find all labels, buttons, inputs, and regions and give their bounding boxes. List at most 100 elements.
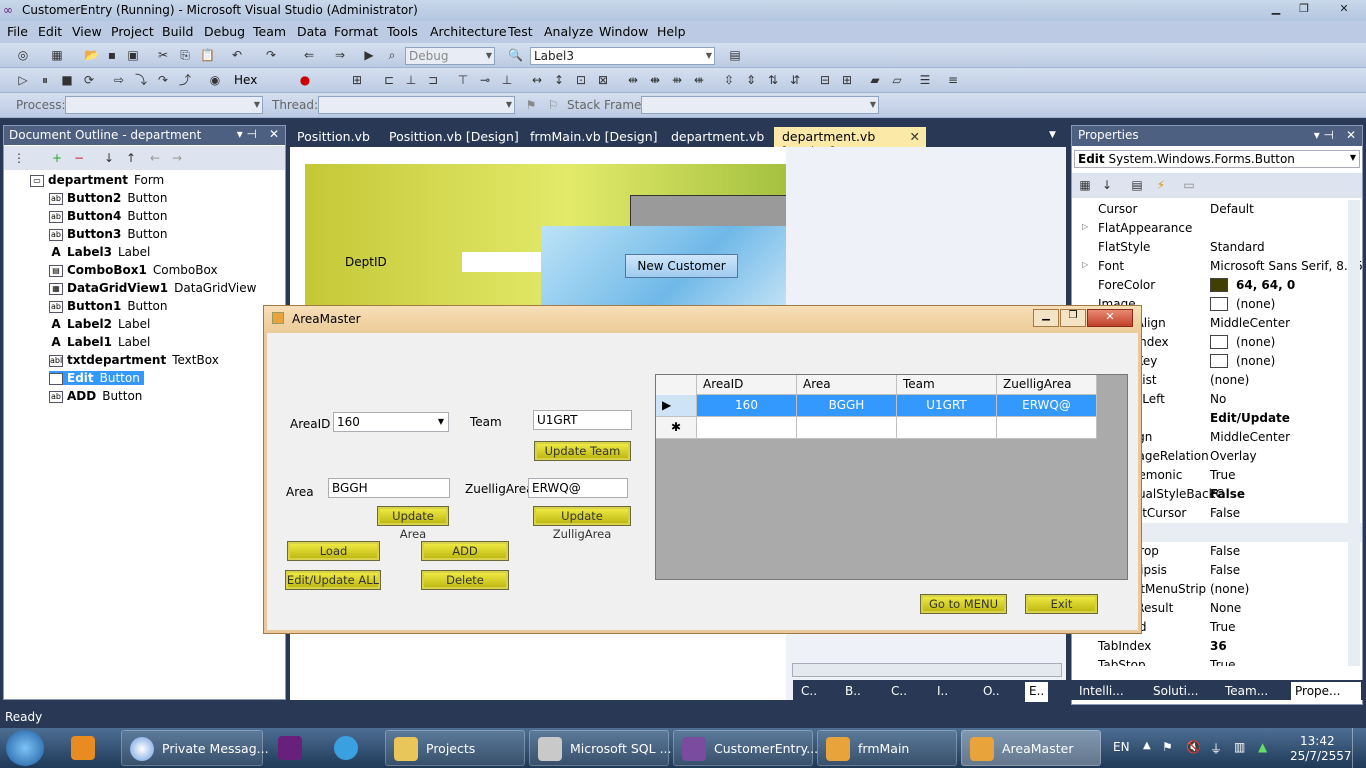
goto-menu-button[interactable]: Go to MENU xyxy=(920,594,1007,614)
tab-command-window[interactable]: C.. xyxy=(887,682,911,702)
grid-cell-areaid[interactable]: 160 xyxy=(697,395,797,417)
update-area-button[interactable]: Update Area xyxy=(377,506,449,541)
bring-to-front-icon[interactable]: ▰ xyxy=(868,73,882,87)
toolbar-options-icon[interactable]: ≡ xyxy=(946,73,960,87)
make-same-height-icon[interactable]: ↕ xyxy=(552,73,566,87)
expand-icon[interactable]: ▷ xyxy=(1082,260,1088,269)
tab-department-design[interactable]: department.vb [Design]✕ xyxy=(774,127,926,159)
taskbar-projects[interactable]: Projects xyxy=(385,730,525,766)
grid-cell-zuelligarea[interactable]: ERWQ@ xyxy=(997,395,1097,417)
tab-breakpoints[interactable]: B.. xyxy=(841,682,865,702)
taskbar-media-player[interactable] xyxy=(63,730,109,766)
property-value[interactable]: No xyxy=(1210,392,1226,406)
property-value[interactable]: Microsoft Sans Serif, 8.25p xyxy=(1210,259,1362,273)
categorized-icon[interactable]: ▦ xyxy=(1078,178,1092,192)
align-centers-icon[interactable]: ⊥ xyxy=(404,73,418,87)
volume-icon[interactable]: 🔇 xyxy=(1186,740,1201,754)
step-out-icon[interactable]: ⤴ xyxy=(178,73,192,87)
menu-file[interactable]: File xyxy=(7,24,28,39)
increase-vertical-spacing-icon[interactable]: ⇕ xyxy=(744,73,758,87)
step-over-icon[interactable]: ↷ xyxy=(156,73,170,87)
breakpoints-icon[interactable]: ● xyxy=(298,73,312,87)
menu-analyze[interactable]: Analyze xyxy=(544,24,593,39)
minimize-button[interactable]: ▁ xyxy=(1033,309,1059,327)
horizontal-spacing-icon[interactable]: ⇹ xyxy=(626,73,640,87)
close-tab-icon[interactable]: ✕ xyxy=(910,129,920,144)
taskbar-private-message[interactable]: Private Messag... xyxy=(121,730,269,766)
close-button[interactable]: ✕ xyxy=(1087,309,1133,327)
menu-project[interactable]: Project xyxy=(111,24,154,39)
align-bottoms-icon[interactable]: ⊥ xyxy=(500,73,514,87)
events-icon[interactable]: ⚡ xyxy=(1154,178,1168,192)
send-to-back-icon[interactable]: ▱ xyxy=(890,73,904,87)
tab-error-list[interactable]: E.. xyxy=(1025,682,1049,702)
drive-icon[interactable]: ▲ xyxy=(1258,740,1267,754)
align-rights-icon[interactable]: ⊐ xyxy=(426,73,440,87)
property-value[interactable]: True xyxy=(1210,658,1236,666)
outline-item-add[interactable]: ab ADD Button xyxy=(49,389,142,403)
stop-icon[interactable]: ■ xyxy=(60,73,74,87)
taskbar-internet-explorer[interactable] xyxy=(326,730,378,766)
outline-item-button3[interactable]: ab Button3 Button xyxy=(49,227,168,241)
object-selector[interactable]: Edit System.Windows.Forms.Button ▼ xyxy=(1074,150,1360,168)
clock-date[interactable]: 25/7/2557 xyxy=(1290,749,1352,763)
vertical-spacing-icon[interactable]: ⇳ xyxy=(722,73,736,87)
areamaster-datagrid[interactable]: AreaID Area Team ZuelligArea ▶ 160 BGGH … xyxy=(655,374,1128,580)
open-icon[interactable]: 📂 xyxy=(84,48,99,62)
new-row-cell[interactable] xyxy=(797,417,897,439)
property-value[interactable]: 64, 64, 0 xyxy=(1236,278,1295,292)
start-button-icon[interactable] xyxy=(6,730,44,766)
outline-item-combobox1[interactable]: ▤ ComboBox1 ComboBox xyxy=(49,263,218,277)
menu-architecture[interactable]: Architecture xyxy=(430,24,507,39)
align-lefts-icon[interactable]: ⊏ xyxy=(382,73,396,87)
zuelligarea-textbox[interactable]: ERWQ@ xyxy=(528,478,628,498)
action-center-icon[interactable]: ⚑ xyxy=(1162,740,1173,754)
decrease-vertical-spacing-icon[interactable]: ⇅ xyxy=(766,73,780,87)
areaid-combobox[interactable]: 160 ▼ xyxy=(333,412,449,432)
pin-icon[interactable]: ▾ ⊣ xyxy=(1314,128,1334,142)
property-value[interactable]: False xyxy=(1210,544,1240,558)
align-to-grid-icon[interactable]: ⊞ xyxy=(350,73,364,87)
thread-dropdown[interactable]: ▼ xyxy=(318,96,515,114)
menu-format[interactable]: Format xyxy=(334,24,378,39)
tab-order-icon[interactable]: ☰ xyxy=(918,73,932,87)
tab-posittion-vb[interactable]: Posittion.vb xyxy=(289,127,378,147)
property-value[interactable]: 36 xyxy=(1210,639,1227,653)
show-hidden-icons-icon[interactable]: ▲ xyxy=(1143,740,1151,751)
new-row-cell[interactable] xyxy=(897,417,997,439)
pin-icon[interactable]: ▾ ⊣ xyxy=(237,127,257,141)
outline-item-department[interactable]: ▭ department Form xyxy=(30,173,164,187)
redo-icon[interactable]: ↷ xyxy=(264,48,278,62)
close-icon[interactable]: ✕ xyxy=(1346,128,1356,142)
tab-team-explorer[interactable]: Team... xyxy=(1221,682,1272,702)
property-row[interactable]: TabStop True xyxy=(1072,656,1362,666)
language-indicator[interactable]: EN xyxy=(1113,740,1130,754)
new-row-cell[interactable] xyxy=(697,417,797,439)
save-icon[interactable]: ▪ xyxy=(105,48,119,62)
tab-frmmain-design[interactable]: frmMain.vb [Design] xyxy=(522,127,666,147)
outline-item-datagridview1[interactable]: ▦ DataGridView1 DataGridView xyxy=(49,281,256,295)
tab-posittion-design[interactable]: Posittion.vb [Design] xyxy=(381,127,527,147)
property-value[interactable]: False xyxy=(1210,563,1240,577)
menu-test[interactable]: Test xyxy=(508,24,533,39)
tab-immediate[interactable]: I.. xyxy=(933,682,952,702)
menu-build[interactable]: Build xyxy=(162,24,193,39)
tab-solution-explorer[interactable]: Soluti... xyxy=(1149,682,1202,702)
row-selector-current-icon[interactable]: ▶ xyxy=(656,395,697,417)
align-tops-icon[interactable]: ⊤ xyxy=(456,73,470,87)
expand-icon[interactable]: + xyxy=(50,151,64,165)
target-dropdown[interactable]: Label3 ▼ xyxy=(530,47,715,65)
grid-header-areaid[interactable]: AreaID xyxy=(697,375,797,395)
grid-header-area[interactable]: Area xyxy=(797,375,897,395)
menu-edit[interactable]: Edit xyxy=(38,24,62,39)
decrease-horizontal-spacing-icon[interactable]: ⇻ xyxy=(670,73,684,87)
property-value[interactable]: Standard xyxy=(1210,240,1265,254)
navigate-forward-icon[interactable]: ⇒ xyxy=(333,48,347,62)
flag-icon[interactable]: ⚑ xyxy=(524,98,538,112)
tab-intellitrace[interactable]: Intelli... xyxy=(1075,682,1128,702)
navigate-backward-icon[interactable]: ⇐ xyxy=(302,48,316,62)
outline-item-edit[interactable]: ab Edit Button xyxy=(49,371,144,385)
close-icon[interactable]: ✕ xyxy=(269,127,279,141)
area-textbox[interactable]: BGGH xyxy=(328,478,450,498)
property-row[interactable]: ▷ FlatAppearance xyxy=(1072,219,1362,238)
